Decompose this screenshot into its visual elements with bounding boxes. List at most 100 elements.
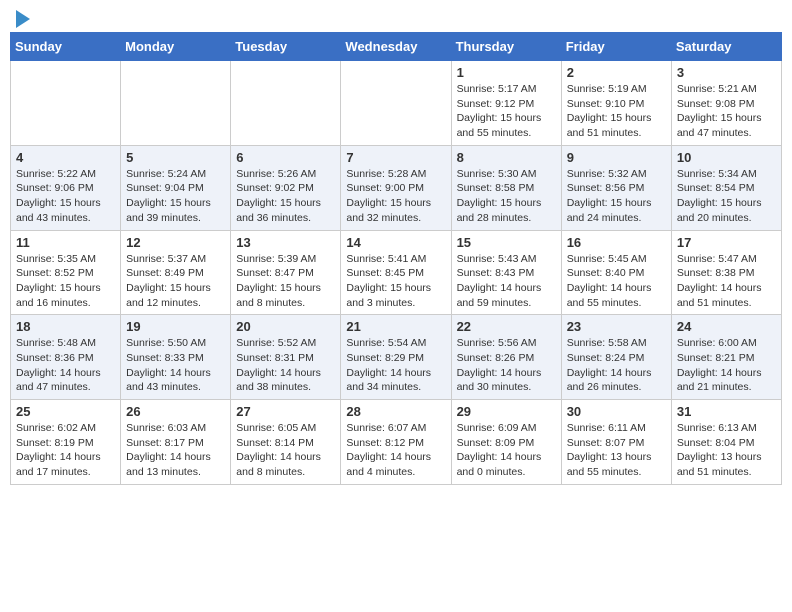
- calendar-cell: 3 Sunrise: 5:21 AMSunset: 9:08 PMDaylight…: [671, 61, 781, 146]
- calendar-cell: 7 Sunrise: 5:28 AMSunset: 9:00 PMDaylight…: [341, 145, 451, 230]
- calendar-cell: 18 Sunrise: 5:48 AMSunset: 8:36 PMDayligh…: [11, 315, 121, 400]
- calendar-cell: [341, 61, 451, 146]
- calendar-cell: 6 Sunrise: 5:26 AMSunset: 9:02 PMDaylight…: [231, 145, 341, 230]
- day-info: Sunrise: 5:39 AMSunset: 8:47 PMDaylight:…: [236, 252, 335, 311]
- day-info: Sunrise: 5:32 AMSunset: 8:56 PMDaylight:…: [567, 167, 666, 226]
- day-number: 9: [567, 150, 666, 165]
- day-number: 10: [677, 150, 776, 165]
- day-info: Sunrise: 5:22 AMSunset: 9:06 PMDaylight:…: [16, 167, 115, 226]
- calendar-cell: 12 Sunrise: 5:37 AMSunset: 8:49 PMDayligh…: [121, 230, 231, 315]
- day-info: Sunrise: 5:47 AMSunset: 8:38 PMDaylight:…: [677, 252, 776, 311]
- day-number: 21: [346, 319, 445, 334]
- day-number: 3: [677, 65, 776, 80]
- day-info: Sunrise: 6:05 AMSunset: 8:14 PMDaylight:…: [236, 421, 335, 480]
- logo: [14, 10, 30, 24]
- calendar-cell: 2 Sunrise: 5:19 AMSunset: 9:10 PMDaylight…: [561, 61, 671, 146]
- calendar-cell: [11, 61, 121, 146]
- calendar-cell: 19 Sunrise: 5:50 AMSunset: 8:33 PMDayligh…: [121, 315, 231, 400]
- calendar-cell: 10 Sunrise: 5:34 AMSunset: 8:54 PMDayligh…: [671, 145, 781, 230]
- calendar-cell: 14 Sunrise: 5:41 AMSunset: 8:45 PMDayligh…: [341, 230, 451, 315]
- calendar-cell: [121, 61, 231, 146]
- day-number: 7: [346, 150, 445, 165]
- day-number: 28: [346, 404, 445, 419]
- day-info: Sunrise: 5:35 AMSunset: 8:52 PMDaylight:…: [16, 252, 115, 311]
- day-info: Sunrise: 5:26 AMSunset: 9:02 PMDaylight:…: [236, 167, 335, 226]
- calendar-cell: 16Sunrise: 5:45 AMSunset: 8:40 PMDayligh…: [561, 230, 671, 315]
- day-info: Sunrise: 5:58 AMSunset: 8:24 PMDaylight:…: [567, 336, 666, 395]
- day-info: Sunrise: 6:03 AMSunset: 8:17 PMDaylight:…: [126, 421, 225, 480]
- day-info: Sunrise: 5:30 AMSunset: 8:58 PMDaylight:…: [457, 167, 556, 226]
- day-info: Sunrise: 5:50 AMSunset: 8:33 PMDaylight:…: [126, 336, 225, 395]
- calendar-week-row: 18 Sunrise: 5:48 AMSunset: 8:36 PMDayligh…: [11, 315, 782, 400]
- day-number: 20: [236, 319, 335, 334]
- header: [10, 10, 782, 24]
- calendar-cell: [231, 61, 341, 146]
- calendar-cell: 30Sunrise: 6:11 AMSunset: 8:07 PMDayligh…: [561, 400, 671, 485]
- day-info: Sunrise: 5:56 AMSunset: 8:26 PMDaylight:…: [457, 336, 556, 395]
- day-info: Sunrise: 5:54 AMSunset: 8:29 PMDaylight:…: [346, 336, 445, 395]
- day-info: Sunrise: 5:28 AMSunset: 9:00 PMDaylight:…: [346, 167, 445, 226]
- calendar-cell: 31 Sunrise: 6:13 AMSunset: 8:04 PMDayligh…: [671, 400, 781, 485]
- calendar-header-row: SundayMondayTuesdayWednesdayThursdayFrid…: [11, 33, 782, 61]
- day-number: 31: [677, 404, 776, 419]
- calendar-cell: 20 Sunrise: 5:52 AMSunset: 8:31 PMDayligh…: [231, 315, 341, 400]
- calendar-week-row: 11 Sunrise: 5:35 AMSunset: 8:52 PMDayligh…: [11, 230, 782, 315]
- calendar-cell: 27 Sunrise: 6:05 AMSunset: 8:14 PMDayligh…: [231, 400, 341, 485]
- day-info: Sunrise: 5:37 AMSunset: 8:49 PMDaylight:…: [126, 252, 225, 311]
- calendar-cell: 9 Sunrise: 5:32 AMSunset: 8:56 PMDaylight…: [561, 145, 671, 230]
- calendar-cell: 28 Sunrise: 6:07 AMSunset: 8:12 PMDayligh…: [341, 400, 451, 485]
- calendar-cell: 17 Sunrise: 5:47 AMSunset: 8:38 PMDayligh…: [671, 230, 781, 315]
- calendar-header-wednesday: Wednesday: [341, 33, 451, 61]
- day-info: Sunrise: 5:45 AMSunset: 8:40 PMDaylight:…: [567, 252, 666, 311]
- calendar-cell: 21 Sunrise: 5:54 AMSunset: 8:29 PMDayligh…: [341, 315, 451, 400]
- calendar-cell: 1 Sunrise: 5:17 AMSunset: 9:12 PMDaylight…: [451, 61, 561, 146]
- day-info: Sunrise: 5:48 AMSunset: 8:36 PMDaylight:…: [16, 336, 115, 395]
- day-info: Sunrise: 6:02 AMSunset: 8:19 PMDaylight:…: [16, 421, 115, 480]
- day-number: 25: [16, 404, 115, 419]
- calendar-week-row: 1 Sunrise: 5:17 AMSunset: 9:12 PMDaylight…: [11, 61, 782, 146]
- day-info: Sunrise: 5:52 AMSunset: 8:31 PMDaylight:…: [236, 336, 335, 395]
- day-number: 11: [16, 235, 115, 250]
- day-number: 19: [126, 319, 225, 334]
- day-info: Sunrise: 6:13 AMSunset: 8:04 PMDaylight:…: [677, 421, 776, 480]
- day-number: 27: [236, 404, 335, 419]
- calendar-week-row: 25 Sunrise: 6:02 AMSunset: 8:19 PMDayligh…: [11, 400, 782, 485]
- day-number: 17: [677, 235, 776, 250]
- logo-icon: [16, 10, 30, 28]
- day-info: Sunrise: 6:07 AMSunset: 8:12 PMDaylight:…: [346, 421, 445, 480]
- day-number: 12: [126, 235, 225, 250]
- calendar-cell: 5Sunrise: 5:24 AMSunset: 9:04 PMDaylight…: [121, 145, 231, 230]
- day-number: 6: [236, 150, 335, 165]
- day-info: Sunrise: 5:24 AMSunset: 9:04 PMDaylight:…: [126, 167, 225, 226]
- calendar-cell: 22 Sunrise: 5:56 AMSunset: 8:26 PMDayligh…: [451, 315, 561, 400]
- day-info: Sunrise: 6:11 AMSunset: 8:07 PMDaylight:…: [567, 421, 666, 480]
- calendar-cell: 15 Sunrise: 5:43 AMSunset: 8:43 PMDayligh…: [451, 230, 561, 315]
- day-number: 29: [457, 404, 556, 419]
- day-number: 22: [457, 319, 556, 334]
- day-info: Sunrise: 5:17 AMSunset: 9:12 PMDaylight:…: [457, 82, 556, 141]
- day-number: 18: [16, 319, 115, 334]
- day-number: 15: [457, 235, 556, 250]
- day-number: 24: [677, 319, 776, 334]
- calendar-cell: 8 Sunrise: 5:30 AMSunset: 8:58 PMDaylight…: [451, 145, 561, 230]
- calendar-cell: 24Sunrise: 6:00 AMSunset: 8:21 PMDayligh…: [671, 315, 781, 400]
- day-number: 1: [457, 65, 556, 80]
- day-number: 2: [567, 65, 666, 80]
- calendar-header-thursday: Thursday: [451, 33, 561, 61]
- calendar-cell: 4Sunrise: 5:22 AMSunset: 9:06 PMDaylight…: [11, 145, 121, 230]
- day-info: Sunrise: 6:09 AMSunset: 8:09 PMDaylight:…: [457, 421, 556, 480]
- day-info: Sunrise: 5:34 AMSunset: 8:54 PMDaylight:…: [677, 167, 776, 226]
- day-number: 8: [457, 150, 556, 165]
- calendar-cell: 29 Sunrise: 6:09 AMSunset: 8:09 PMDayligh…: [451, 400, 561, 485]
- day-info: Sunrise: 5:19 AMSunset: 9:10 PMDaylight:…: [567, 82, 666, 141]
- calendar-header-monday: Monday: [121, 33, 231, 61]
- calendar-week-row: 4Sunrise: 5:22 AMSunset: 9:06 PMDaylight…: [11, 145, 782, 230]
- day-info: Sunrise: 5:41 AMSunset: 8:45 PMDaylight:…: [346, 252, 445, 311]
- calendar-cell: 23Sunrise: 5:58 AMSunset: 8:24 PMDayligh…: [561, 315, 671, 400]
- day-number: 14: [346, 235, 445, 250]
- calendar-cell: 11 Sunrise: 5:35 AMSunset: 8:52 PMDayligh…: [11, 230, 121, 315]
- day-info: Sunrise: 5:21 AMSunset: 9:08 PMDaylight:…: [677, 82, 776, 141]
- day-number: 13: [236, 235, 335, 250]
- day-info: Sunrise: 5:43 AMSunset: 8:43 PMDaylight:…: [457, 252, 556, 311]
- calendar-cell: 25 Sunrise: 6:02 AMSunset: 8:19 PMDayligh…: [11, 400, 121, 485]
